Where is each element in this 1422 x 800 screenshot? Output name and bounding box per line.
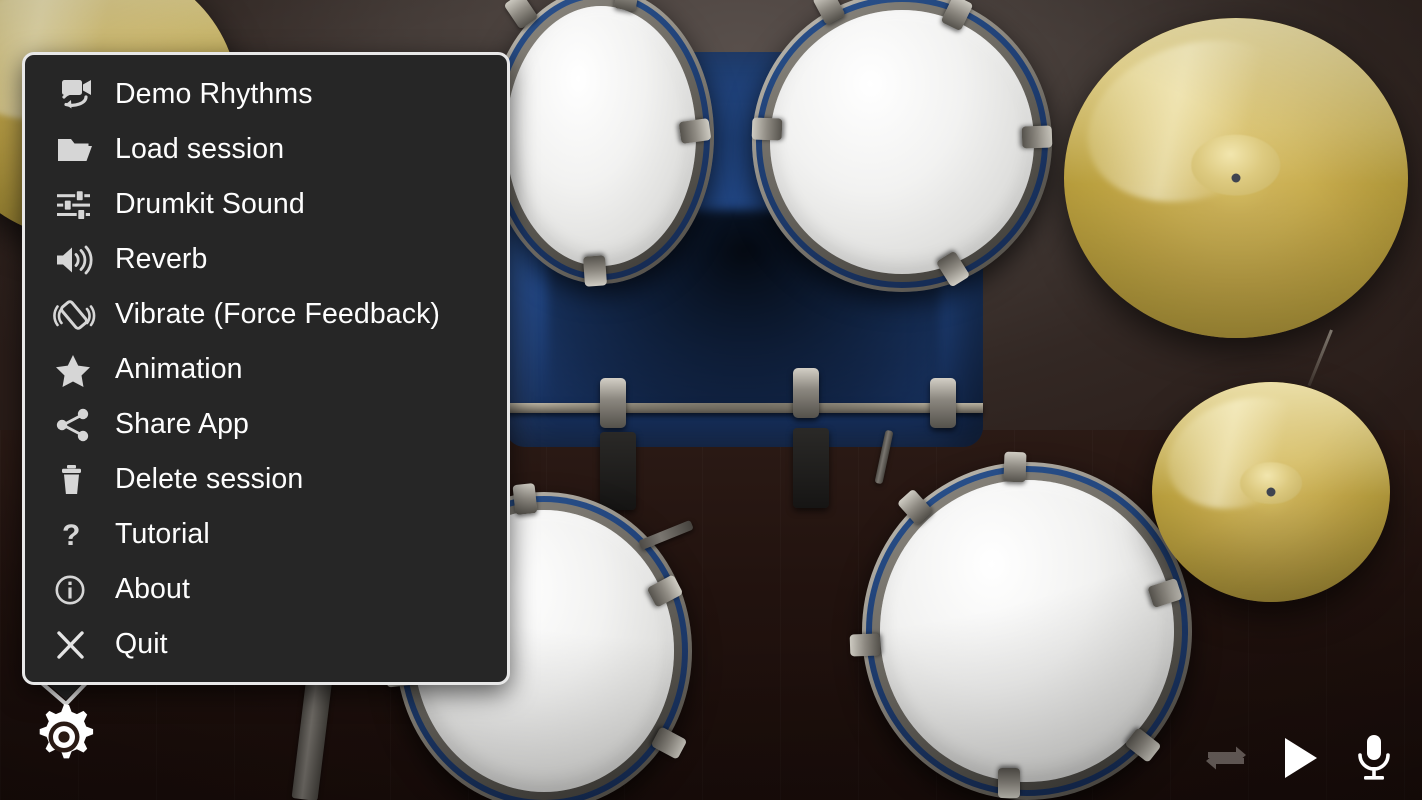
loop-button[interactable]	[1200, 732, 1252, 784]
transport-controls	[1200, 732, 1400, 784]
hi-hat-cymbal-right[interactable]	[1152, 382, 1390, 602]
cymbal-stand-rod	[1307, 329, 1333, 387]
menu-item-share-app[interactable]: Share App	[25, 397, 507, 452]
menu-item-label: Vibrate (Force Feedback)	[115, 298, 441, 331]
record-mic-button[interactable]	[1348, 732, 1400, 784]
menu-item-tutorial[interactable]: ? Tutorial	[25, 507, 507, 562]
tom-tension-rod	[582, 255, 608, 287]
loop-repeat-icon	[1206, 746, 1246, 770]
floor-tom-tension-rod	[998, 768, 1020, 798]
tom-drumhead	[770, 10, 1034, 274]
menu-item-label: Delete session	[115, 463, 304, 496]
menu-item-label: Drumkit Sound	[115, 188, 305, 221]
play-icon	[1285, 738, 1317, 778]
equalizer-sliders-icon	[53, 185, 105, 225]
tom-tension-rod	[751, 117, 783, 141]
app-screen: Demo Rhythms Load session Drumkit Sound …	[0, 0, 1422, 800]
trash-icon	[53, 460, 105, 500]
speaker-volume-icon	[53, 240, 105, 280]
menu-item-label: Load session	[115, 133, 285, 166]
share-icon	[53, 405, 105, 445]
rack-tom-left[interactable]	[488, 0, 714, 287]
demo-rhythms-icon	[53, 75, 105, 115]
cymbal-mount-post	[1266, 487, 1276, 497]
menu-item-about[interactable]: About	[25, 562, 507, 617]
bass-drum-lug	[600, 378, 626, 428]
menu-item-animation[interactable]: Animation	[25, 342, 507, 397]
tom-tension-rod	[678, 118, 712, 144]
star-icon	[53, 350, 105, 390]
vibrate-icon	[53, 295, 105, 335]
menu-item-delete-session[interactable]: Delete session	[25, 452, 507, 507]
menu-item-label: Animation	[115, 353, 243, 386]
microphone-icon	[1358, 735, 1390, 780]
menu-item-reverb[interactable]: Reverb	[25, 232, 507, 287]
gear-icon	[39, 704, 94, 759]
menu-item-label: Quit	[115, 628, 168, 661]
bass-drum-pedal	[793, 428, 829, 508]
cymbal-bell	[1191, 134, 1281, 196]
info-circle-icon	[53, 570, 105, 610]
cymbal-bell	[1240, 462, 1302, 505]
ride-cymbal-right[interactable]	[1064, 18, 1408, 338]
bass-drum-lug	[930, 378, 956, 428]
folder-open-icon	[53, 130, 105, 170]
menu-item-label: Demo Rhythms	[115, 78, 313, 111]
question-mark-icon: ?	[53, 515, 105, 555]
rack-tom-right[interactable]	[751, 0, 1053, 292]
menu-item-vibrate[interactable]: Vibrate (Force Feedback)	[25, 287, 507, 342]
tom-drumhead	[506, 6, 696, 266]
menu-item-label: Share App	[115, 408, 250, 441]
snare-tension-rod	[512, 482, 538, 516]
menu-item-quit[interactable]: Quit	[25, 617, 507, 672]
menu-item-label: About	[115, 573, 190, 606]
tom-tension-rod	[1021, 125, 1053, 149]
menu-item-demo-rhythms[interactable]: Demo Rhythms	[25, 67, 507, 122]
menu-item-load-session[interactable]: Load session	[25, 122, 507, 177]
floor-tom-tension-rod	[1003, 451, 1027, 483]
bass-drum-pedal	[600, 432, 636, 510]
menu-item-label: Reverb	[115, 243, 208, 276]
close-x-icon	[53, 625, 105, 665]
floor-tom-tension-rod	[849, 633, 881, 657]
menu-item-label: Tutorial	[115, 518, 210, 551]
svg-text:?: ?	[62, 519, 80, 552]
play-button[interactable]	[1274, 732, 1326, 784]
settings-gear-button[interactable]	[27, 700, 101, 774]
options-menu[interactable]: Demo Rhythms Load session Drumkit Sound …	[22, 52, 510, 685]
floor-tom[interactable]	[849, 451, 1192, 800]
cymbal-mount-post	[1231, 173, 1241, 183]
bass-drum-lug	[793, 368, 819, 418]
menu-item-drumkit-sound[interactable]: Drumkit Sound	[25, 177, 507, 232]
